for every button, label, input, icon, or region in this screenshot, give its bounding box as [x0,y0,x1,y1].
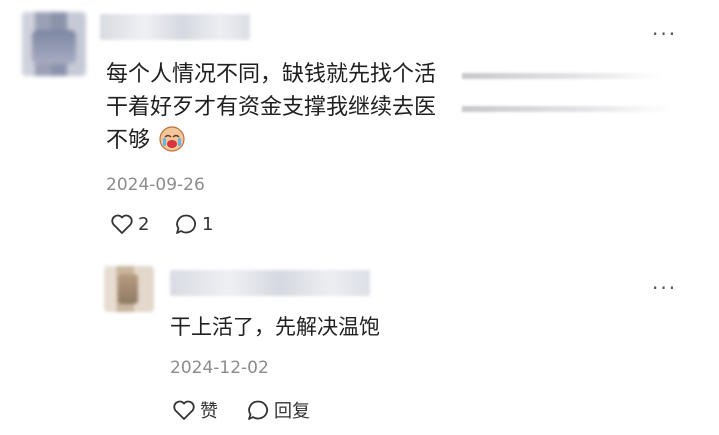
more-options-icon[interactable]: ··· [652,24,677,44]
comment-text-line-3: 不够 [106,124,185,158]
comment-text-line-1: 每个人情况不同，缺钱就先找个活 [106,62,437,87]
reply-reply-label: 回复 [274,401,310,422]
reply-text: 干上活了，先解决温饱 [170,315,380,339]
crying-face-icon [159,126,185,152]
comment-date: 2024-09-26 [106,175,205,195]
reply-like-label: 赞 [200,401,218,422]
comment-bubble-icon [176,214,196,234]
reply-button[interactable]: 1 [174,213,213,235]
heart-icon [111,214,133,234]
comment-text-line-3-text: 不够 [106,128,151,153]
reply-reply-button[interactable]: 回复 [246,397,310,423]
avatar[interactable] [22,12,86,76]
heart-icon [173,400,195,420]
reply-avatar[interactable] [104,266,154,312]
reply-like-button[interactable]: 赞 [172,397,218,423]
comment-bubble-icon [248,400,268,420]
blurred-text-smear [462,106,672,112]
like-count: 2 [138,213,150,235]
reply-count: 1 [202,213,214,235]
reply-more-options-icon[interactable]: ··· [652,278,677,298]
username[interactable] [100,14,250,40]
blurred-text-smear [462,73,662,79]
like-button[interactable]: 2 [110,213,149,235]
reply-date: 2024-12-02 [170,358,269,378]
comment-text-line-2: 干着好歹才有资金支撑我继续去医 [106,95,437,120]
reply-username[interactable] [170,270,370,296]
